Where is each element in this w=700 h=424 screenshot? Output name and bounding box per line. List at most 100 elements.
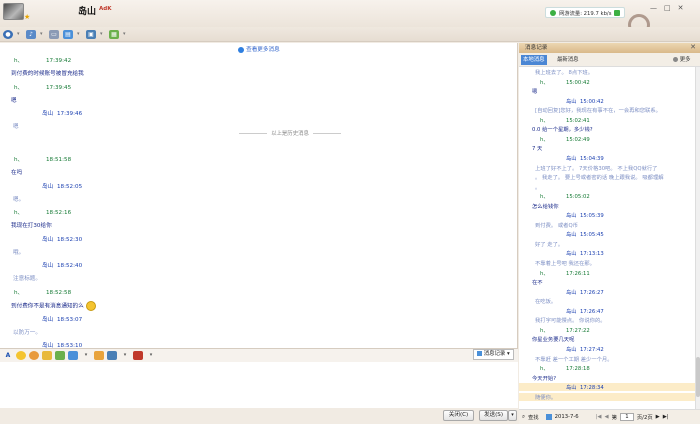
close-panel-icon[interactable]: ✕	[690, 43, 696, 51]
history-message-text: 上班了好不上了。 7天价格30吧。 不上我QQ就行了	[535, 165, 658, 172]
minimize-icon[interactable]: —	[650, 4, 657, 12]
message-history-label: 消息记录	[483, 351, 506, 357]
sender-name[interactable]: 岛山	[42, 235, 57, 243]
contact-avatar[interactable]	[3, 3, 24, 20]
history-sender-name: h、	[540, 194, 549, 201]
history-message-text: 嗯	[532, 89, 538, 96]
history-sender-name: h、	[540, 117, 549, 124]
history-message-header: 岛山 17:13:13	[566, 249, 604, 257]
history-sender-name: 岛山	[566, 98, 577, 105]
folder-icon[interactable]: ▤	[63, 29, 73, 39]
dropdown-arrow-icon[interactable]: ▾	[120, 351, 130, 360]
history-message-text: 好了 走了。	[535, 241, 564, 248]
screenshot-icon[interactable]	[107, 351, 117, 360]
message-header: 岛山 18:53:10	[42, 341, 82, 348]
message-time: 17:39:46	[57, 111, 83, 118]
dropdown-arrow-icon[interactable]: ▾	[123, 31, 128, 37]
dropdown-arrow-icon[interactable]: ▾	[100, 31, 105, 37]
message-input[interactable]	[0, 362, 518, 408]
traffic-indicator[interactable]: 网游流量: 219.7 kb/s	[545, 7, 626, 18]
image-icon[interactable]	[68, 351, 78, 360]
dropdown-arrow-icon[interactable]: ▾	[17, 31, 22, 37]
send-button[interactable]: 发送(S)	[479, 410, 508, 421]
info-icon	[238, 46, 245, 53]
check-icon	[614, 9, 621, 16]
font-icon[interactable]: A	[3, 351, 13, 360]
history-message-text: [自动回复]您好，我现在有事不在，一会再和您联系。	[535, 108, 661, 115]
sender-name[interactable]: h、	[14, 208, 46, 216]
history-message-text: 我打字可能慢点。 你说你的。	[535, 318, 606, 325]
sender-name[interactable]: 岛山	[42, 315, 57, 323]
dropdown-arrow-icon[interactable]: ▾	[146, 351, 156, 360]
sender-name[interactable]: h、	[14, 288, 46, 296]
voice-call-icon[interactable]: ♪	[26, 29, 36, 39]
history-sender-name: 岛山	[566, 213, 577, 220]
message-header: h、 18:51:58	[14, 155, 71, 163]
chat-message-area[interactable]: 查看更多消息 以上是历史消息 h、 17:39:42 到付费的时候账号被冒充给我 h、…	[0, 43, 518, 348]
tab-local-messages[interactable]: 本地消息	[521, 55, 547, 65]
sender-name[interactable]: 岛山	[42, 109, 57, 117]
clock-icon	[477, 351, 482, 356]
magic-emoji-icon[interactable]	[29, 351, 39, 360]
history-message-list[interactable]: 我上班去了。 8点下班。 h、 15:00:42 嗯岛山 15:00:42 [自动回复]您…	[519, 67, 695, 409]
emoji-icon[interactable]	[16, 351, 26, 360]
gift-icon[interactable]	[133, 351, 143, 360]
message-time: 18:52:40	[57, 263, 83, 270]
history-date[interactable]: 2013-7-6	[555, 414, 579, 420]
history-message-text: 。 我走了。 要上号或者密的话 晚上跟我说。 吸都理解	[535, 175, 664, 182]
message-text: 到付费的时候账号被冒充给我	[11, 69, 84, 77]
history-message-header: h、 17:26:11	[540, 269, 590, 277]
file-transfer-icon[interactable]: ▭	[49, 29, 59, 39]
sender-name[interactable]: h、	[14, 83, 46, 91]
tab-recent-messages[interactable]: 最新消息	[555, 55, 581, 65]
dropdown-arrow-icon[interactable]: ▾	[77, 31, 82, 37]
voice-message-icon[interactable]	[55, 351, 65, 360]
history-message-time: 17:26:27	[580, 289, 604, 296]
page-number-input[interactable]: 1	[619, 413, 634, 421]
sender-name[interactable]: h、	[14, 155, 46, 163]
history-message-header: h、 15:02:49	[540, 135, 590, 143]
history-message-header: 岛山 17:26:27	[566, 288, 604, 296]
remote-desktop-icon[interactable]: ▣	[86, 29, 96, 39]
history-sender-name: h、	[540, 79, 549, 86]
history-message-time: 17:28:18	[566, 366, 590, 373]
more-history-link[interactable]: 查看更多消息	[0, 45, 517, 53]
history-message-time: 15:05:39	[580, 213, 604, 220]
message-text: 嗯。	[13, 195, 24, 203]
history-message-time: 17:28:34	[580, 385, 604, 392]
message-text-content: 嗯。	[13, 196, 25, 203]
sender-name[interactable]: 岛山	[42, 182, 57, 190]
prev-page-icon[interactable]: ◀	[604, 414, 608, 420]
send-options-dropdown[interactable]: ▾	[508, 410, 517, 421]
history-sender-name: 岛山	[566, 385, 577, 392]
history-scrollbar[interactable]	[695, 67, 700, 409]
message-text-content: 在吗	[11, 170, 23, 176]
video-call-icon[interactable]: ●	[3, 29, 13, 39]
close-button[interactable]: 关闭(C)	[443, 410, 474, 421]
last-page-icon[interactable]: ▶|	[663, 414, 669, 420]
next-page-icon[interactable]: ▶	[656, 414, 660, 420]
sender-name[interactable]: 岛山	[42, 261, 57, 269]
calendar-icon[interactable]	[545, 414, 552, 420]
music-icon[interactable]	[94, 351, 104, 360]
search-icon[interactable]: ⌕	[522, 414, 525, 421]
message-text-content: 我现在打30给你	[11, 223, 52, 230]
message-header: 岛山 18:52:05	[42, 182, 82, 190]
search-label[interactable]: 查找	[528, 413, 539, 421]
dropdown-arrow-icon[interactable]: ▾	[40, 31, 45, 37]
first-page-icon[interactable]: |◀	[596, 414, 602, 420]
history-message-time: 17:26:11	[566, 270, 590, 277]
message-text-content: 嗯	[13, 124, 19, 131]
sender-name[interactable]: 岛山	[42, 341, 57, 348]
close-window-icon[interactable]: ✕	[678, 4, 684, 12]
chat-toolbar: ● ▾ ♪ ▾ ▭ ▤ ▾ ▣ ▾ ▦ ▾	[0, 27, 700, 42]
sender-name[interactable]: h、	[14, 56, 46, 64]
history-sender-name: h、	[540, 327, 549, 334]
apps-grid-icon[interactable]: ▦	[109, 29, 119, 39]
dropdown-arrow-icon[interactable]: ▾	[81, 351, 91, 360]
shake-icon[interactable]	[42, 351, 52, 360]
message-history-button[interactable]: 消息记录 ▾	[473, 349, 514, 360]
scrollbar-thumb[interactable]	[696, 357, 700, 397]
more-options[interactable]: 更多	[671, 55, 693, 65]
maximize-icon[interactable]: □	[664, 4, 671, 12]
